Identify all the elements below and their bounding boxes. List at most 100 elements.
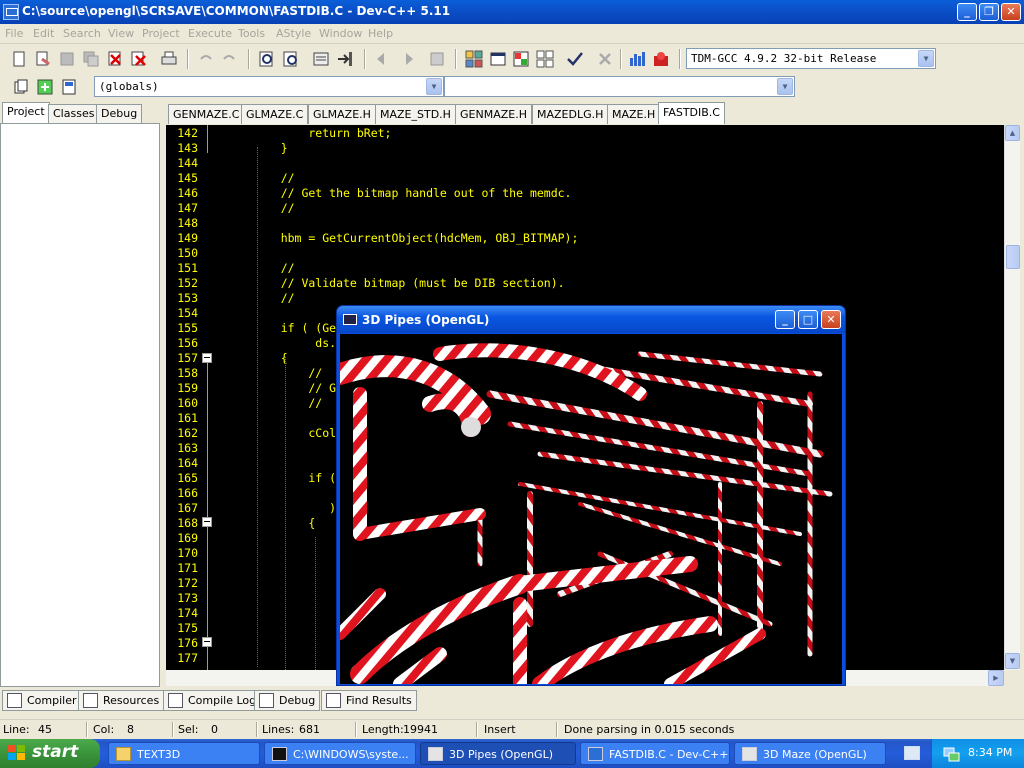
menu-file[interactable]: File: [5, 27, 23, 40]
close-button[interactable]: ✕: [1001, 3, 1021, 21]
compile-log-icon: [168, 693, 183, 708]
goto-icon[interactable]: [312, 50, 330, 68]
close-file-icon[interactable]: [106, 50, 124, 68]
pipes-minimize-button[interactable]: _: [775, 310, 795, 329]
network-icon[interactable]: [942, 745, 960, 762]
task-devcpp[interactable]: FASTDIB.C - Dev-C++: [580, 742, 730, 765]
editor-tab-genmaze-h[interactable]: GENMAZE.H: [455, 104, 532, 124]
menu-help[interactable]: Help: [368, 27, 393, 40]
editor-tab-maze-h[interactable]: MAZE.H: [607, 104, 661, 124]
chevron-down-icon[interactable]: ▼: [777, 78, 793, 95]
menu-window[interactable]: Window: [319, 27, 362, 40]
line-number: 154: [177, 306, 198, 320]
tab-debug-label: Debug: [279, 694, 316, 707]
tab-resources[interactable]: Resources: [78, 690, 165, 711]
start-button[interactable]: start: [0, 739, 100, 768]
chevron-down-icon[interactable]: ▼: [426, 78, 442, 95]
stop-icon[interactable]: [428, 50, 446, 68]
tab-debug-bottom[interactable]: Debug: [254, 690, 321, 711]
menu-execute[interactable]: Execute: [188, 27, 232, 40]
fold-toggle-176[interactable]: [202, 637, 212, 647]
profile-icon[interactable]: [652, 50, 670, 68]
redo-icon[interactable]: [220, 50, 238, 68]
find-icon[interactable]: [258, 50, 276, 68]
save-icon[interactable]: [58, 50, 76, 68]
tab-compiler[interactable]: Compiler: [2, 690, 82, 711]
menu-tools[interactable]: Tools: [238, 27, 265, 40]
vertical-scrollbar[interactable]: ▲ ▼: [1004, 125, 1020, 670]
open-file-icon[interactable]: [34, 50, 52, 68]
minimize-button[interactable]: _: [957, 3, 977, 21]
project-tree[interactable]: [0, 123, 160, 687]
print-icon[interactable]: [160, 50, 178, 68]
back-icon[interactable]: [374, 50, 392, 68]
task-text3d[interactable]: TEXT3D: [108, 742, 260, 765]
editor-tab-maze-std-h[interactable]: MAZE_STD.H: [375, 104, 456, 124]
menu-astyle[interactable]: AStyle: [276, 27, 311, 40]
compile-icon[interactable]: [465, 50, 483, 68]
fold-toggle-168[interactable]: [202, 517, 212, 527]
editor-tab-glmaze-h[interactable]: GLMAZE.H: [308, 104, 376, 124]
maximize-button[interactable]: ❐: [979, 3, 999, 21]
compiler-select[interactable]: TDM-GCC 4.9.2 32-bit Release ▼: [686, 48, 936, 69]
menu-edit[interactable]: Edit: [33, 27, 54, 40]
code-line: //: [253, 201, 295, 215]
fold-toggle-157[interactable]: [202, 353, 212, 363]
chevron-down-icon[interactable]: ▼: [918, 50, 934, 67]
status-sel: 0: [211, 723, 218, 736]
scroll-up-icon[interactable]: ▲: [1005, 125, 1020, 141]
scroll-down-icon[interactable]: ▼: [1005, 653, 1020, 669]
scroll-right-icon[interactable]: ▶: [988, 670, 1004, 686]
tab-debug[interactable]: Debug: [96, 104, 143, 123]
menu-search[interactable]: Search: [63, 27, 101, 40]
class-add-icon[interactable]: [36, 78, 54, 96]
menu-view[interactable]: View: [108, 27, 134, 40]
replace-icon[interactable]: [282, 50, 300, 68]
menu-project[interactable]: Project: [142, 27, 180, 40]
close-all-icon[interactable]: [130, 50, 148, 68]
main-toolbar: TDM-GCC 4.9.2 32-bit Release ▼: [0, 46, 1024, 72]
tab-project[interactable]: Project: [2, 102, 50, 123]
start-label: start: [32, 742, 79, 762]
line-number: 153: [177, 291, 198, 305]
pipes-window[interactable]: 3D Pipes (OpenGL) _ □ ✕: [336, 305, 846, 686]
pipes-close-button[interactable]: ✕: [821, 310, 841, 329]
compile-run-icon[interactable]: [512, 50, 530, 68]
run-icon[interactable]: [489, 50, 507, 68]
task-cmd[interactable]: C:\WINDOWS\syste...: [264, 742, 416, 765]
class-browser-icon[interactable]: [60, 78, 78, 96]
task-3d-pipes[interactable]: 3D Pipes (OpenGL): [420, 742, 576, 765]
status-length: 19941: [403, 723, 438, 736]
tab-find-results[interactable]: Find Results: [321, 690, 417, 711]
keyboard-icon[interactable]: [904, 746, 920, 760]
chart-icon[interactable]: [628, 50, 646, 68]
line-number: 152: [177, 276, 198, 290]
editor-tab-mazedlg-h[interactable]: MAZEDLG.H: [532, 104, 609, 124]
task-label: C:\WINDOWS\syste...: [293, 748, 409, 761]
tab-classes[interactable]: Classes: [48, 104, 100, 123]
line-number: 171: [177, 561, 198, 575]
indent-icon[interactable]: [336, 50, 354, 68]
syntax-check-icon[interactable]: [566, 50, 584, 68]
clean-icon[interactable]: [596, 50, 614, 68]
new-file-icon[interactable]: [10, 50, 28, 68]
pipes-window-title: 3D Pipes (OpenGL): [362, 313, 490, 327]
editor-tab-genmaze-c[interactable]: GENMAZE.C: [168, 104, 245, 124]
app-icon[interactable]: [3, 4, 19, 20]
function-select[interactable]: ▼: [444, 76, 795, 97]
forward-icon[interactable]: [398, 50, 416, 68]
line-number: 169: [177, 531, 198, 545]
undo-icon[interactable]: [197, 50, 215, 68]
pipes-maximize-button[interactable]: □: [798, 310, 818, 329]
tab-compile-log[interactable]: Compile Log: [163, 690, 262, 711]
save-all-icon[interactable]: [82, 50, 100, 68]
editor-tab-glmaze-c[interactable]: GLMAZE.C: [241, 104, 309, 124]
pipes-title-bar[interactable]: 3D Pipes (OpenGL) _ □ ✕: [337, 306, 845, 333]
editor-tab-fastdib-c[interactable]: FASTDIB.C: [658, 102, 725, 124]
scope-select[interactable]: (globals) ▼: [94, 76, 444, 97]
task-3d-maze[interactable]: 3D Maze (OpenGL): [734, 742, 886, 765]
status-message: Done parsing in 0.015 seconds: [564, 723, 735, 736]
scroll-thumb[interactable]: [1006, 245, 1020, 269]
class-insert-icon[interactable]: [12, 78, 30, 96]
rebuild-icon[interactable]: [536, 50, 554, 68]
